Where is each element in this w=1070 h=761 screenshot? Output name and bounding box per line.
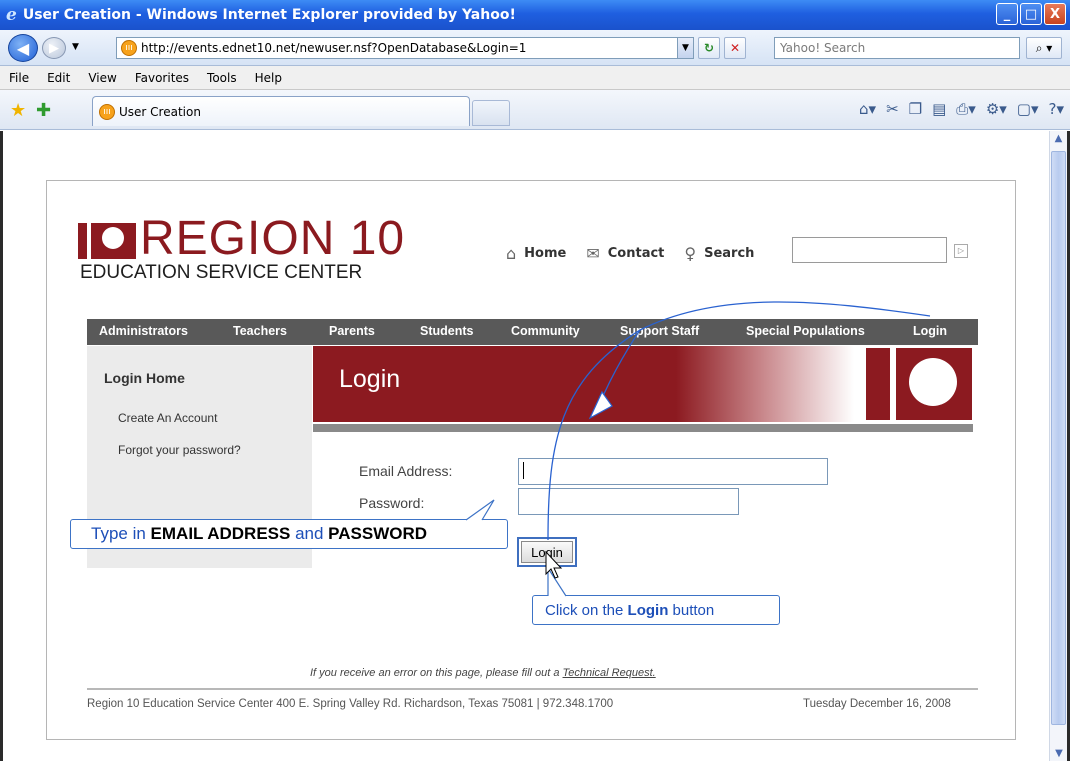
address-field[interactable]: ııı http://events.ednet10.net/newuser.ns… xyxy=(116,37,694,59)
site-search-input[interactable] xyxy=(792,237,947,263)
minimize-button[interactable]: _ xyxy=(996,3,1018,25)
menu-favorites[interactable]: Favorites xyxy=(126,71,198,85)
nav-administrators[interactable]: Administrators xyxy=(99,324,188,338)
banner-logo-icon xyxy=(866,348,972,420)
page-icon[interactable]: ▢▾ xyxy=(1017,100,1039,118)
sidebar-title[interactable]: Login Home xyxy=(104,370,185,386)
command-bar: ⌂▾ ✂ ❐ ▤ ⎙▾ ⚙▾ ▢▾ ?▾ xyxy=(859,100,1064,118)
ie-logo-icon: e xyxy=(6,5,17,25)
callout2-text-post: button xyxy=(668,602,715,619)
window-title: User Creation - Windows Internet Explore… xyxy=(22,7,516,23)
paste-icon[interactable]: ▤ xyxy=(932,100,946,118)
envelope-icon: ✉ xyxy=(586,243,600,263)
callout1-bold-password: PASSWORD xyxy=(328,524,428,543)
email-label: Email Address: xyxy=(359,463,453,479)
new-tab-button[interactable] xyxy=(472,100,510,126)
scroll-up-icon[interactable]: ▲ xyxy=(1051,133,1067,149)
callout1-text-pre: Type in xyxy=(91,524,151,543)
banner-divider xyxy=(313,424,973,432)
history-dropdown-icon[interactable]: ▼ xyxy=(72,42,79,52)
callout1-text-mid: and xyxy=(290,524,329,543)
footer-date: Tuesday December 16, 2008 xyxy=(803,698,951,710)
window-controls: _ □ X xyxy=(996,3,1066,25)
site-favicon-icon: ııı xyxy=(121,40,137,56)
address-dropdown-icon[interactable]: ▼ xyxy=(677,38,693,58)
logo-subtitle: EDUCATION SERVICE CENTER xyxy=(80,262,363,283)
login-button-label: Login xyxy=(521,541,573,563)
refresh-button[interactable]: ↻ xyxy=(698,37,720,59)
scroll-down-icon[interactable]: ▼ xyxy=(1051,748,1067,759)
nav-support-staff[interactable]: Support Staff xyxy=(620,324,699,338)
callout-email-password: Type in EMAIL ADDRESS and PASSWORD xyxy=(70,519,508,549)
window-titlebar: e User Creation - Windows Internet Explo… xyxy=(0,0,1070,30)
copy-icon[interactable]: ❐ xyxy=(909,100,922,118)
forgot-password-link[interactable]: Forgot your password? xyxy=(118,443,241,457)
nav-teachers[interactable]: Teachers xyxy=(233,324,287,338)
tab-bar: ★ ✚ ııı User Creation ⌂▾ ✂ ❐ ▤ ⎙▾ ⚙▾ ▢▾ … xyxy=(0,90,1070,130)
logo-title: REGION 10 xyxy=(140,212,406,265)
callout-login-button: Click on the Login button xyxy=(532,595,780,625)
maximize-button[interactable]: □ xyxy=(1020,3,1042,25)
home-icon[interactable]: ⌂▾ xyxy=(859,100,876,118)
vertical-scrollbar[interactable]: ▲ ▼ xyxy=(1049,131,1067,761)
nav-special-populations[interactable]: Special Populations xyxy=(746,324,865,338)
site-search-go-icon[interactable]: ▷ xyxy=(954,244,968,258)
login-button[interactable]: Login xyxy=(517,537,577,567)
callout2-text-pre: Click on the xyxy=(545,602,628,619)
menu-edit[interactable]: Edit xyxy=(38,71,79,85)
nav-login[interactable]: Login xyxy=(913,324,947,338)
home-link-icon: ⌂ xyxy=(506,243,517,263)
footer-note-text: If you receive an error on this page, pl… xyxy=(310,667,563,679)
tools-gear-icon[interactable]: ⚙▾ xyxy=(986,100,1007,118)
favorites-star-icon[interactable]: ★ xyxy=(10,100,26,121)
address-url: http://events.ednet10.net/newuser.nsf?Op… xyxy=(141,41,527,55)
print-icon[interactable]: ⎙▾ xyxy=(956,100,976,118)
menu-tools[interactable]: Tools xyxy=(198,71,246,85)
menu-help[interactable]: Help xyxy=(246,71,291,85)
address-bar-row: ◀ ▶ ▼ ııı http://events.ednet10.net/newu… xyxy=(0,30,1070,66)
back-button[interactable]: ◀ xyxy=(8,34,38,62)
email-field[interactable] xyxy=(518,458,828,485)
callout1-bold-email: EMAIL ADDRESS xyxy=(150,524,291,543)
menu-bar: File Edit View Favorites Tools Help xyxy=(0,66,1070,90)
nav-students[interactable]: Students xyxy=(420,324,473,338)
footer-address: Region 10 Education Service Center 400 E… xyxy=(87,698,614,710)
close-button[interactable]: X xyxy=(1044,3,1066,25)
search-link[interactable]: Search xyxy=(704,246,754,261)
search-button[interactable]: ⌕ ▾ xyxy=(1026,37,1062,59)
technical-request-link[interactable]: Technical Request. xyxy=(563,667,656,679)
password-field[interactable] xyxy=(518,488,739,515)
search-input[interactable]: Yahoo! Search xyxy=(774,37,1020,59)
nav-community[interactable]: Community xyxy=(511,324,580,338)
contact-link[interactable]: Contact xyxy=(608,246,665,261)
utility-links: ⌂ Home ✉ Contact ♀ Search xyxy=(500,240,768,266)
tab-user-creation[interactable]: ııı User Creation xyxy=(92,96,470,126)
text-caret xyxy=(523,462,524,479)
main-nav: Administrators Teachers Parents Students… xyxy=(87,319,978,345)
region10-logo-mark-icon xyxy=(78,223,136,259)
home-link[interactable]: Home xyxy=(524,246,566,261)
tab-title: User Creation xyxy=(119,104,201,119)
scroll-thumb[interactable] xyxy=(1051,151,1066,725)
cut-icon[interactable]: ✂ xyxy=(886,100,899,118)
footer-divider xyxy=(87,688,978,690)
magnifier-icon: ♀ xyxy=(684,243,697,263)
nav-parents[interactable]: Parents xyxy=(329,324,375,338)
footer-note: If you receive an error on this page, pl… xyxy=(310,667,656,679)
menu-file[interactable]: File xyxy=(0,71,38,85)
menu-view[interactable]: View xyxy=(79,71,125,85)
create-account-link[interactable]: Create An Account xyxy=(118,411,217,425)
stop-button[interactable]: ✕ xyxy=(724,37,746,59)
password-label: Password: xyxy=(359,495,425,511)
add-favorite-icon[interactable]: ✚ xyxy=(36,100,51,121)
banner-title: Login xyxy=(339,365,401,393)
tab-favicon-icon: ııı xyxy=(99,103,115,120)
help-icon[interactable]: ?▾ xyxy=(1049,100,1065,118)
callout2-bold-login: Login xyxy=(627,602,669,619)
forward-button[interactable]: ▶ xyxy=(42,37,66,59)
